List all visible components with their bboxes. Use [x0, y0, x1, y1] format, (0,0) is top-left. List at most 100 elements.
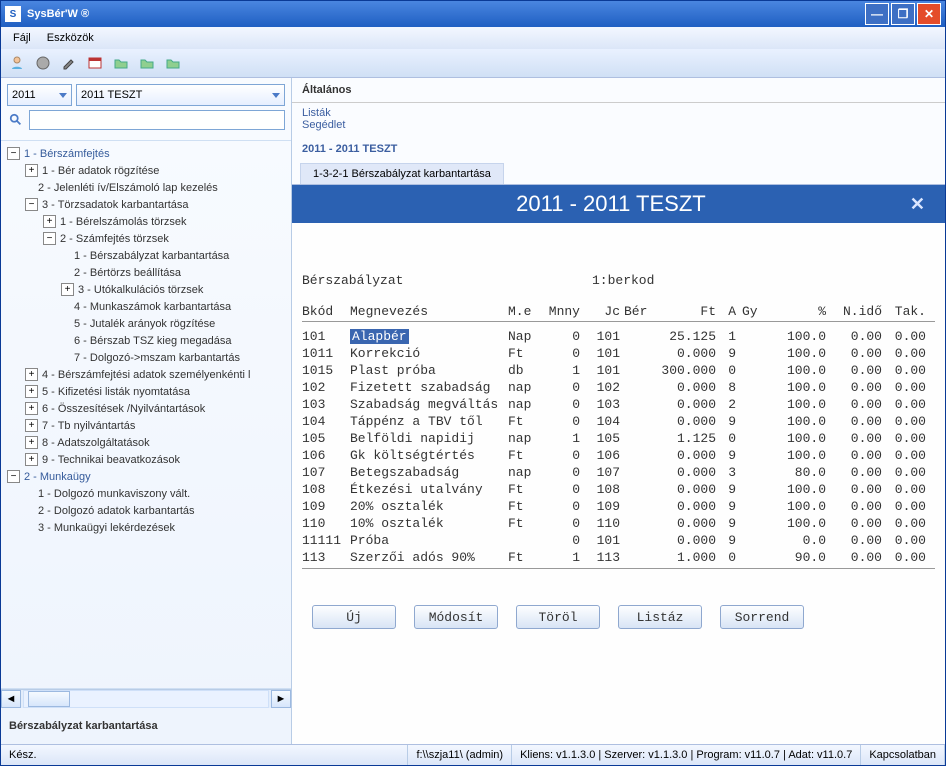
- form-title-text: 2011 - 2011 TESZT: [312, 191, 910, 217]
- sidebar: 2011 2011 TESZT −1 - Bérszámfejtés +1 - …: [1, 78, 292, 744]
- nav-link-segedlet[interactable]: Segédlet: [302, 119, 935, 131]
- table-row[interactable]: 102Fizetett szabadságnap01020.0008100.00…: [302, 379, 935, 396]
- nav-panel: Általános Listák Segédlet 2011 - 2011 TE…: [292, 78, 945, 185]
- table-row[interactable]: 104Táppénz a TBV tőlFt01040.0009100.00.0…: [302, 413, 935, 430]
- delete-button[interactable]: Töröl: [516, 605, 600, 629]
- table-row[interactable]: 107Betegszabadságnap01070.000380.00.000.…: [302, 464, 935, 481]
- table-row[interactable]: 103Szabadság megváltásnap01030.0002100.0…: [302, 396, 935, 413]
- toolbar-calendar-icon[interactable]: [83, 51, 107, 75]
- search-icon: [7, 111, 25, 129]
- tree-item[interactable]: 3 - Munkaügyi lekérdezések: [3, 519, 289, 536]
- table-row[interactable]: 1011KorrekcióFt01010.0009100.00.000.00: [302, 345, 935, 362]
- table-row[interactable]: 105Belföldi napidijnap11051.1250100.00.0…: [302, 430, 935, 447]
- tree-item[interactable]: +1 - Bér adatok rögzítése: [3, 162, 289, 179]
- toolbar-folder2-icon[interactable]: [135, 51, 159, 75]
- order-button[interactable]: Sorrend: [720, 605, 804, 629]
- tree-item[interactable]: 2 - Dolgozó adatok karbantartás: [3, 502, 289, 519]
- tree-item[interactable]: −3 - Törzsadatok karbantartása: [3, 196, 289, 213]
- toolbar: [1, 49, 945, 78]
- tree-item[interactable]: +5 - Kifizetési listák nyomtatása: [3, 383, 289, 400]
- tree-item[interactable]: +3 - Utókalkulációs törzsek: [3, 281, 289, 298]
- tree-item[interactable]: 2 - Jelenléti ív/Elszámoló lap kezelés: [3, 179, 289, 196]
- expand-icon[interactable]: +: [25, 368, 38, 381]
- expand-icon[interactable]: +: [25, 419, 38, 432]
- search-input[interactable]: [29, 110, 285, 130]
- tree-item[interactable]: +9 - Technikai beavatkozások: [3, 451, 289, 468]
- nav-tab-current[interactable]: 1-3-2-1 Bérszabályzat karbantartása: [300, 163, 504, 184]
- expand-icon[interactable]: +: [43, 215, 56, 228]
- titlebar: S SysBér'W ® — ❐ ✕: [1, 1, 945, 27]
- tree-item-munkaugy[interactable]: −2 - Munkaügy: [3, 468, 289, 485]
- minimize-button[interactable]: —: [865, 3, 889, 25]
- collapse-icon[interactable]: −: [43, 232, 56, 245]
- company-dropdown[interactable]: 2011 TESZT: [76, 84, 285, 106]
- close-button[interactable]: ✕: [917, 3, 941, 25]
- expand-icon[interactable]: +: [25, 164, 38, 177]
- form-close-button[interactable]: ✕: [910, 194, 925, 215]
- table-row[interactable]: 101AlapbérNap010125.1251100.00.000.00: [302, 328, 935, 345]
- table-row[interactable]: 11111Próba01010.00090.00.000.00: [302, 532, 935, 549]
- scroll-thumb[interactable]: [28, 691, 70, 707]
- tree-item[interactable]: +8 - Adatszolgáltatások: [3, 434, 289, 451]
- tree-item[interactable]: 2 - Bértörzs beállítása: [3, 264, 289, 281]
- toolbar-edit-icon[interactable]: [57, 51, 81, 75]
- table-header: Bkód Megnevezés M.e Mnny Jc Bér Ft A Gy …: [302, 304, 935, 322]
- tree-item[interactable]: +7 - Tb nyilvántartás: [3, 417, 289, 434]
- app-window: S SysBér'W ® — ❐ ✕ Fájl Eszközök 2011: [0, 0, 946, 766]
- collapse-icon[interactable]: −: [7, 470, 20, 483]
- menu-file[interactable]: Fájl: [5, 30, 39, 46]
- data-table: Bkód Megnevezés M.e Mnny Jc Bér Ft A Gy …: [302, 304, 935, 569]
- list-button[interactable]: Listáz: [618, 605, 702, 629]
- toolbar-record-icon[interactable]: [31, 51, 55, 75]
- scroll-track[interactable]: [23, 690, 269, 708]
- table-row[interactable]: 1015Plast próbadb1101300.0000100.00.000.…: [302, 362, 935, 379]
- status-path: f:\\szja11\ (admin): [408, 745, 512, 765]
- tree-item[interactable]: +1 - Bérelszámolás törzsek: [3, 213, 289, 230]
- nav-tree[interactable]: −1 - Bérszámfejtés +1 - Bér adatok rögzí…: [1, 140, 291, 689]
- table-row[interactable]: 10920% osztalékFt01090.0009100.00.000.00: [302, 498, 935, 515]
- tree-item[interactable]: 6 - Bérszab TSZ kieg megadása: [3, 332, 289, 349]
- tree-horizontal-scrollbar[interactable]: ◄ ►: [1, 689, 291, 708]
- modify-button[interactable]: Módosít: [414, 605, 498, 629]
- tree-item[interactable]: 5 - Jutalék arányok rögzítése: [3, 315, 289, 332]
- form-header-left: Bérszabályzat: [302, 273, 592, 288]
- tree-item[interactable]: 1 - Bérszabályzat karbantartása: [3, 247, 289, 264]
- tree-item[interactable]: 1 - Dolgozó munkaviszony vált.: [3, 485, 289, 502]
- scroll-right-icon[interactable]: ►: [271, 690, 291, 708]
- toolbar-folder1-icon[interactable]: [109, 51, 133, 75]
- tree-item[interactable]: +4 - Bérszámfejtési adatok személyenként…: [3, 366, 289, 383]
- table-row[interactable]: 106Gk költségtértésFt01060.0009100.00.00…: [302, 447, 935, 464]
- expand-icon[interactable]: +: [25, 385, 38, 398]
- collapse-icon[interactable]: −: [25, 198, 38, 211]
- expand-icon[interactable]: +: [25, 402, 38, 415]
- tree-item[interactable]: +6 - Összesítések /Nyilvántartások: [3, 400, 289, 417]
- year-dropdown[interactable]: 2011: [7, 84, 72, 106]
- tree-item[interactable]: 4 - Munkaszámok karbantartása: [3, 298, 289, 315]
- statusbar: Kész. f:\\szja11\ (admin) Kliens: v1.1.3…: [1, 744, 945, 765]
- expand-icon[interactable]: +: [61, 283, 74, 296]
- toolbar-folder3-icon[interactable]: [161, 51, 185, 75]
- form-body: Bérszabályzat 1:berkod Bkód Megnevezés M…: [292, 223, 945, 744]
- tree-item[interactable]: 7 - Dolgozó->mszam karbantartás: [3, 349, 289, 366]
- scroll-left-icon[interactable]: ◄: [1, 690, 21, 708]
- chevron-down-icon: [59, 93, 67, 98]
- tree-item-bersamfejtes[interactable]: −1 - Bérszámfejtés: [3, 145, 289, 162]
- menubar: Fájl Eszközök: [1, 27, 945, 49]
- table-row[interactable]: 108Étkezési utalványFt01080.0009100.00.0…: [302, 481, 935, 498]
- tree-item[interactable]: −2 - Számfejtés törzsek: [3, 230, 289, 247]
- new-button[interactable]: Új: [312, 605, 396, 629]
- form-titlebar: 2011 - 2011 TESZT ✕: [292, 185, 945, 223]
- form-button-row: Új Módosít Töröl Listáz Sorrend: [302, 605, 935, 629]
- maximize-button[interactable]: ❐: [891, 3, 915, 25]
- expand-icon[interactable]: +: [25, 453, 38, 466]
- form-header-right: 1:berkod: [592, 273, 654, 288]
- expand-icon[interactable]: +: [25, 436, 38, 449]
- table-row[interactable]: 113Szerzői adós 90%Ft11131.000090.00.000…: [302, 549, 935, 566]
- chevron-down-icon: [272, 93, 280, 98]
- nav-heading: Általános: [292, 78, 945, 103]
- table-row[interactable]: 11010% osztalékFt01100.0009100.00.000.00: [302, 515, 935, 532]
- menu-tools[interactable]: Eszközök: [39, 30, 102, 46]
- collapse-icon[interactable]: −: [7, 147, 20, 160]
- toolbar-user-icon[interactable]: [5, 51, 29, 75]
- nav-link-listak[interactable]: Listák: [302, 107, 935, 119]
